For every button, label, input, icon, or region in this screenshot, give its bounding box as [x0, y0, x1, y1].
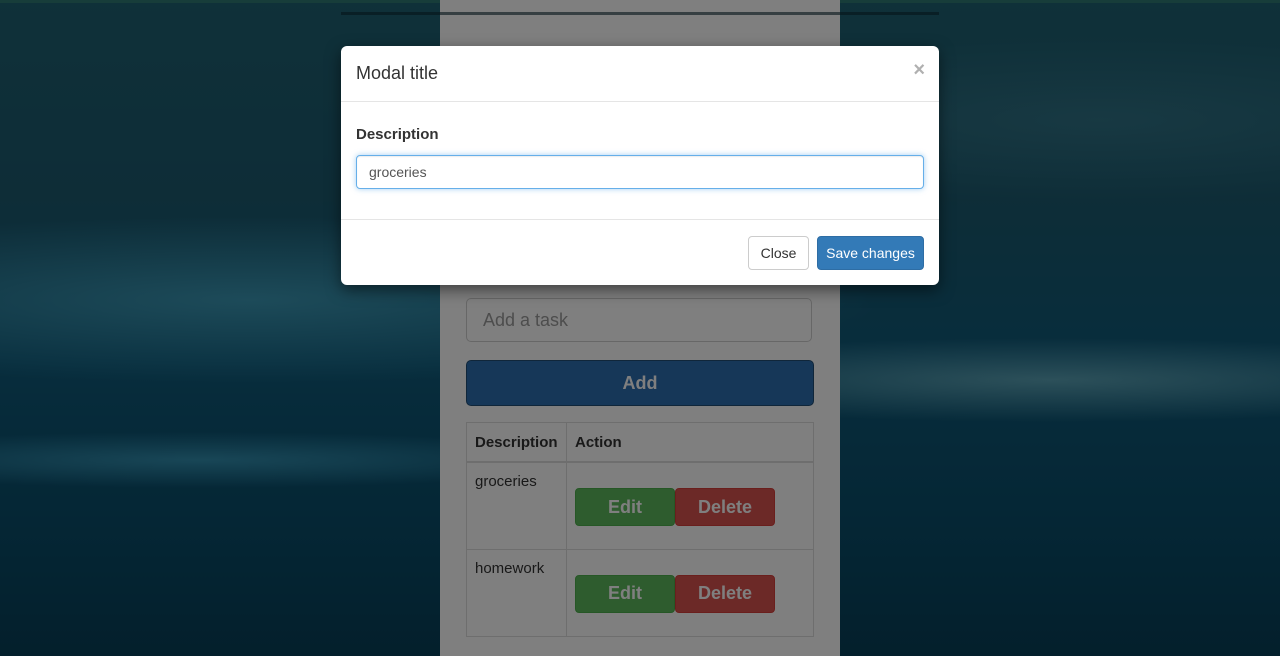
modal-header: Modal title ×: [341, 46, 939, 102]
description-label: Description: [356, 126, 439, 143]
description-field[interactable]: [356, 155, 924, 189]
edit-task-modal: Modal title × Description Close Save cha…: [341, 46, 939, 285]
close-button[interactable]: Close: [748, 236, 809, 270]
modal-title: Modal title: [356, 63, 439, 83]
modal-footer: Close Save changes: [341, 220, 939, 286]
save-changes-button[interactable]: Save changes: [817, 236, 924, 270]
modal-body: Description: [341, 102, 939, 220]
close-icon[interactable]: ×: [913, 60, 925, 80]
desktop-background: Add Description Action groceries EditDel…: [0, 0, 1280, 656]
